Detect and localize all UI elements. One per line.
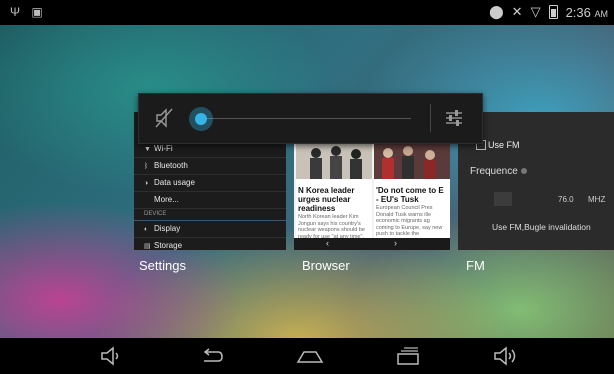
muted-icon: ✕ <box>511 4 523 19</box>
recent-apps-icon[interactable] <box>394 344 422 368</box>
settings-item-data-usage[interactable]: ◑ Data usage <box>134 175 286 192</box>
data-usage-icon: ◑ <box>144 180 149 187</box>
news-body-right: European Council Pres Donald Tusk warns … <box>376 205 443 237</box>
volume-muted-icon[interactable] <box>155 108 173 128</box>
volume-up-icon[interactable] <box>492 344 520 368</box>
volume-slider-thumb[interactable] <box>189 107 213 131</box>
wifi-icon: ▼ <box>144 146 151 153</box>
frequence-indicator-icon <box>520 168 527 174</box>
settings-item-bluetooth[interactable]: ᛒ Bluetooth <box>134 158 286 175</box>
news-title-right: 'Do not come to E - EU's Tusk <box>376 186 444 204</box>
wifi-status-icon: ▽ <box>530 4 541 19</box>
usb-icon: Ψ <box>10 5 21 19</box>
bluetooth-icon: ᛒ <box>144 163 149 170</box>
navigation-bar <box>0 338 614 374</box>
fm-card-label: FM <box>466 258 485 273</box>
browser-nav-bar: ‹ › <box>294 238 450 250</box>
back-icon[interactable] <box>198 344 226 368</box>
news-photo-right <box>374 141 450 179</box>
settings-header-device: DEVICE <box>134 209 286 221</box>
volume-slider-track[interactable] <box>201 118 411 119</box>
back-arrow-icon[interactable]: ‹ <box>326 238 329 248</box>
battery-icon <box>548 5 558 19</box>
status-bar: Ψ ▣ ⬤ ✕ ▽ 2:36 AM <box>0 0 614 25</box>
settings-item-display[interactable]: ◐ Display <box>134 221 286 238</box>
home-icon[interactable] <box>296 344 324 368</box>
volume-down-icon[interactable] <box>98 344 126 368</box>
news-story-left[interactable]: N Korea leader urges nuclear readiness N… <box>296 141 372 245</box>
frequency-value: 76.0 <box>558 195 574 204</box>
location-icon: ⬤ <box>489 4 504 19</box>
frequency-control[interactable] <box>494 192 512 206</box>
news-photo-left <box>296 141 372 179</box>
sound-settings-icon[interactable] <box>444 108 464 128</box>
screenshot-icon: ▣ <box>31 5 43 19</box>
settings-card-label: Settings <box>139 258 186 273</box>
display-icon: ◐ <box>144 226 149 233</box>
news-story-right[interactable]: 'Do not come to E - EU's Tusk European C… <box>374 141 450 245</box>
fm-note: Use FM,Bugle invalidation <box>492 222 591 232</box>
clock: 2:36 AM <box>565 4 608 20</box>
forward-arrow-icon[interactable]: › <box>394 238 397 248</box>
settings-item-storage[interactable]: ▤ Storage <box>134 238 286 250</box>
divider <box>430 104 431 132</box>
browser-card-label: Browser <box>302 258 350 273</box>
storage-icon: ▤ <box>144 243 151 250</box>
frequence-label: Frequence <box>470 166 527 177</box>
frequency-unit: MHZ <box>588 195 606 204</box>
news-title-left: N Korea leader urges nuclear readiness <box>298 186 355 213</box>
settings-list: ▼ Wi-Fi ᛒ Bluetooth ◑ Data usage More... DE… <box>134 141 286 250</box>
settings-item-more[interactable]: More... <box>134 192 286 209</box>
volume-panel <box>138 93 483 144</box>
